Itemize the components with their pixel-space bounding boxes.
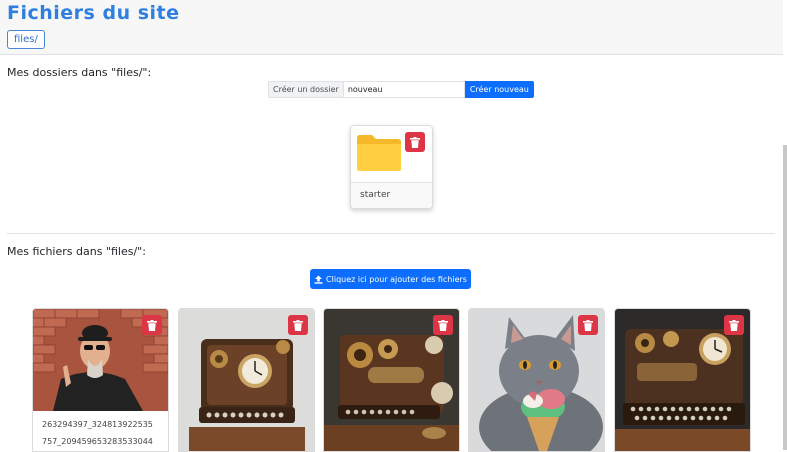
file-card-3[interactable]	[323, 308, 460, 452]
file-name-line-1: 263294397_324813922535	[42, 420, 153, 429]
file-card-1[interactable]: 263294397_324813922535 757_2094596532835…	[32, 308, 169, 452]
file-card-5[interactable]	[614, 308, 751, 452]
delete-file-button[interactable]	[288, 315, 308, 335]
delete-file-button[interactable]	[142, 315, 162, 335]
create-folder-button[interactable]: Créer nouveau	[464, 81, 534, 98]
section-divider	[7, 233, 775, 234]
files-heading: Mes fichiers dans "files/":	[7, 245, 146, 258]
trash-icon	[147, 319, 157, 331]
trash-icon	[729, 319, 739, 331]
page-title: Fichiers du site	[7, 2, 180, 24]
file-card-2[interactable]	[178, 308, 315, 452]
delete-file-button[interactable]	[433, 315, 453, 335]
folder-icon	[357, 135, 401, 171]
trash-icon	[410, 136, 420, 148]
file-name: 263294397_324813922535 757_2094596532835…	[33, 411, 168, 451]
upload-files-label: Cliquez ici pour ajouter des fichiers	[326, 274, 467, 284]
file-card-4[interactable]	[468, 308, 605, 452]
trash-icon	[438, 319, 448, 331]
scrollbar[interactable]	[783, 145, 787, 450]
folder-name-input[interactable]: nouveau	[342, 81, 465, 98]
trash-icon	[293, 319, 303, 331]
delete-file-button[interactable]	[578, 315, 598, 335]
delete-file-button[interactable]	[724, 315, 744, 335]
create-folder-label: Créer un dossier	[268, 81, 343, 98]
file-name-line-2: 757_209459653283533044	[42, 437, 153, 446]
breadcrumb-files[interactable]: files/	[7, 30, 45, 49]
folder-name: starter	[351, 182, 432, 208]
folders-heading: Mes dossiers dans "files/":	[7, 66, 152, 79]
trash-icon	[583, 319, 593, 331]
create-folder-group: Créer un dossier nouveau Créer nouveau	[268, 81, 534, 98]
upload-files-button[interactable]: Cliquez ici pour ajouter des fichiers	[310, 269, 471, 289]
upload-icon	[314, 275, 323, 284]
delete-folder-button[interactable]	[405, 132, 425, 152]
folder-card-starter[interactable]: starter	[350, 125, 433, 209]
page-header: Fichiers du site files/	[0, 0, 783, 55]
